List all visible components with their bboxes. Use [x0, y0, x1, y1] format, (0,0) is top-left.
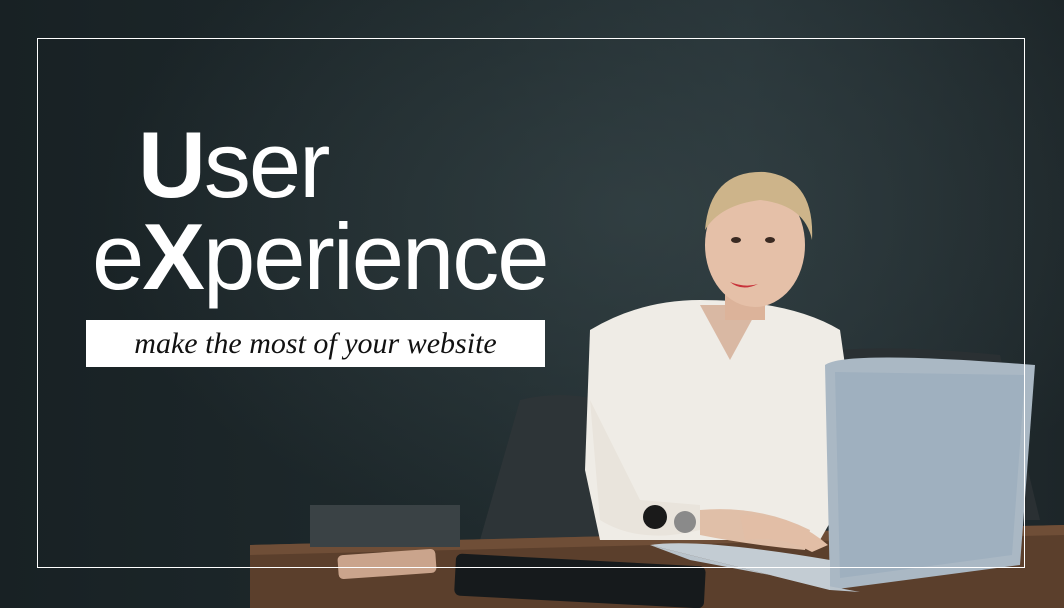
- tagline-text: make the most of your website: [134, 326, 497, 360]
- headline-experience-rest: perience: [202, 204, 550, 309]
- headline-line-1: User: [138, 118, 330, 212]
- headline-user-rest: ser: [203, 112, 331, 217]
- headline-line-2: eXperience: [92, 210, 550, 304]
- headline-initial-x: X: [142, 204, 205, 309]
- headline-e: e: [92, 204, 144, 309]
- tagline-banner: make the most of your website: [86, 320, 545, 367]
- headline-initial-u: U: [138, 112, 206, 217]
